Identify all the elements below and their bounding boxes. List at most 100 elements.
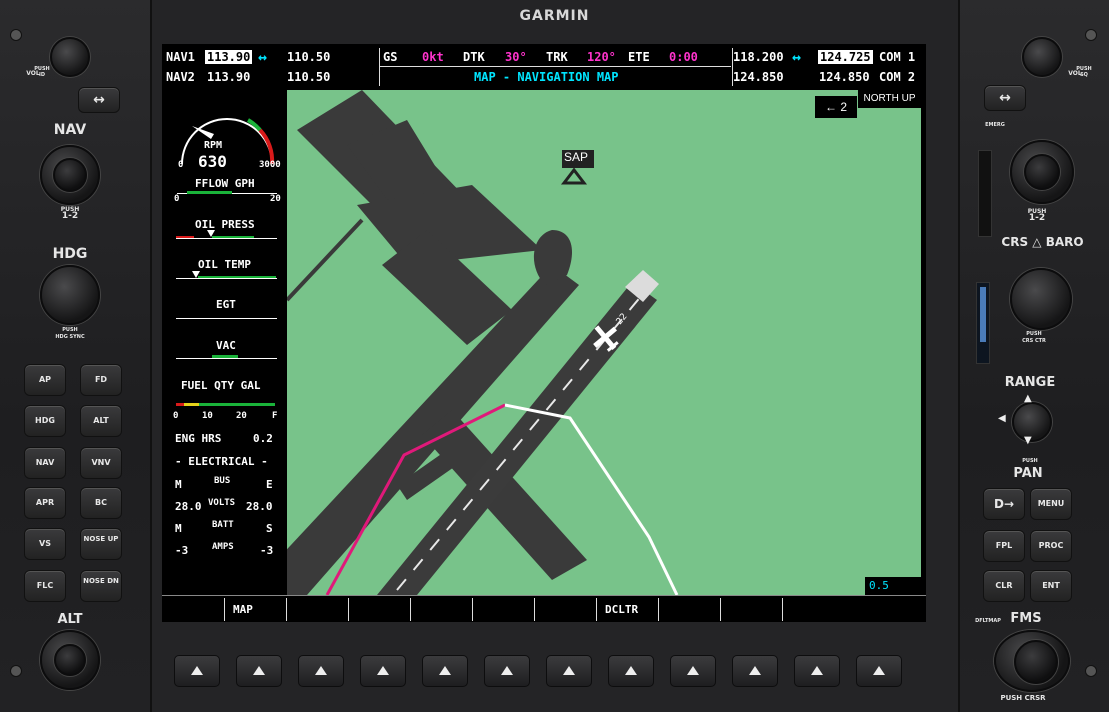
hdg-push-text: PUSH	[62, 327, 78, 333]
com1-active-freq[interactable]: 124.725	[818, 50, 873, 64]
softkey-button-8[interactable]	[608, 655, 654, 687]
hdg-button[interactable]: HDG	[24, 405, 66, 437]
vol-knob-right[interactable]	[1022, 37, 1062, 77]
nose-up-button[interactable]: NOSE UP	[80, 528, 122, 560]
menu-button[interactable]: MENU	[1030, 488, 1072, 520]
com-push-label: PUSH 1-2	[1022, 208, 1052, 223]
vac-label: VAC	[216, 339, 236, 352]
nav2-active-freq[interactable]: 113.90	[207, 70, 250, 84]
fpl-button[interactable]: FPL	[983, 530, 1025, 562]
com-swap-button[interactable]: ↔	[984, 85, 1026, 111]
amps-m-value: -3	[175, 544, 189, 557]
bc-button[interactable]: BC	[80, 487, 122, 519]
fuel-tick-0: 0	[173, 411, 179, 421]
crs-baro-icon: △	[1032, 235, 1042, 249]
electrical-header: - ELECTRICAL -	[175, 455, 268, 468]
pan-label: PAN	[1013, 466, 1043, 481]
com-knob-inner[interactable]	[1024, 154, 1060, 190]
softkey-button-9[interactable]	[670, 655, 716, 687]
crs-baro-label: CRS △ BARO	[990, 235, 1095, 249]
scale-text: 0.5	[869, 579, 889, 592]
softkey-button-11[interactable]	[794, 655, 840, 687]
oil-press-label: OIL PRESS	[195, 218, 255, 231]
ete-value: 0:00	[669, 50, 698, 64]
fuel-tick-f: F	[272, 411, 278, 421]
softkey-label-6	[472, 598, 534, 621]
dtk-value: 30°	[505, 50, 527, 64]
com-slider[interactable]	[978, 150, 992, 237]
softkey-button-2[interactable]	[236, 655, 282, 687]
bus-e-label: E	[266, 478, 273, 491]
softkey-button-5[interactable]	[422, 655, 468, 687]
softkey-button-12[interactable]	[856, 655, 902, 687]
softkey-button-7[interactable]	[546, 655, 592, 687]
com1-standby-freq[interactable]: 118.200	[733, 50, 784, 64]
hdg-push-text2: HDG SYNC	[55, 334, 85, 340]
vac-scale	[176, 358, 277, 359]
vol-push-left: PUSH ID	[34, 66, 50, 78]
ent-button[interactable]: ENT	[1030, 570, 1072, 602]
oil-press-scale	[176, 238, 277, 239]
fms-knob-inner[interactable]	[1014, 640, 1058, 684]
proc-button[interactable]: PROC	[1030, 530, 1072, 562]
vol-knob-left[interactable]	[50, 37, 90, 77]
amps-label: AMPS	[212, 542, 234, 552]
wind-indicator: ← 2	[815, 96, 857, 118]
fuel-yellow	[184, 403, 199, 406]
softkey-button-6[interactable]	[484, 655, 530, 687]
map-scale: 0.5	[865, 577, 921, 595]
flc-button[interactable]: FLC	[24, 570, 66, 602]
direct-to-button[interactable]: D→	[983, 488, 1025, 520]
apr-button[interactable]: APR	[24, 487, 66, 519]
volts-m-value: 28.0	[175, 500, 202, 513]
fd-button[interactable]: FD	[80, 364, 122, 396]
volts-e-value: 28.0	[246, 500, 273, 513]
softkey-button-10[interactable]	[732, 655, 778, 687]
nav1-swap-icon: ↔	[258, 48, 268, 66]
baro-slider[interactable]	[976, 282, 990, 364]
nose-dn-button[interactable]: NOSE DN	[80, 570, 122, 602]
fuel-green	[199, 403, 275, 406]
softkey-label-1	[162, 598, 223, 621]
batt-m-label: M	[175, 522, 182, 535]
softkey-label-3	[286, 598, 348, 621]
rpm-min: 0	[178, 160, 184, 170]
arrow-left-icon: ◀	[998, 413, 1006, 424]
nav1-active-freq[interactable]: 113.90	[205, 50, 253, 64]
softkey-label-2: MAP	[224, 598, 286, 621]
crs-baro-knob[interactable]	[1010, 268, 1072, 330]
status-divider	[380, 66, 731, 67]
ap-button[interactable]: AP	[24, 364, 66, 396]
vnv-button[interactable]: VNV	[80, 447, 122, 479]
softkey-button-4[interactable]	[360, 655, 406, 687]
screw-icon	[1085, 665, 1097, 677]
emerg-label: EMERG	[985, 122, 1005, 128]
screw-icon	[10, 29, 22, 41]
com2-active-freq[interactable]: 124.850	[819, 70, 870, 84]
fuel-tick-20: 20	[236, 411, 247, 421]
baro-text: BARO	[1045, 235, 1084, 249]
com2-standby-freq[interactable]: 124.850	[733, 70, 784, 84]
nav1-standby-freq[interactable]: 110.50	[287, 50, 330, 64]
nav-button[interactable]: NAV	[24, 447, 66, 479]
vs-button[interactable]: VS	[24, 528, 66, 560]
alt-knob-inner[interactable]	[54, 644, 86, 676]
alt-button[interactable]: ALT	[80, 405, 122, 437]
nav-knob-inner[interactable]	[53, 158, 87, 192]
nav-swap-button[interactable]: ↔	[78, 87, 120, 113]
nav-com-bar: NAV1 113.90 ↔ 110.50 NAV2 113.90 110.50 …	[162, 44, 926, 90]
clr-button[interactable]: CLR	[983, 570, 1025, 602]
softkey-label-bar: MAP DCLTR	[162, 595, 926, 622]
hdg-knob[interactable]	[40, 265, 100, 325]
rpm-value: 630	[198, 152, 227, 171]
softkey-label-10	[720, 598, 782, 621]
navigation-map[interactable]: 22 SAP ← 2 NORTH UP 0.5	[287, 90, 921, 595]
oil-temp-label: OIL TEMP	[198, 258, 251, 271]
softkey-button-1[interactable]	[174, 655, 220, 687]
ete-label: ETE	[628, 50, 650, 64]
softkey-button-3[interactable]	[298, 655, 344, 687]
com-push-text2: 1-2	[1028, 213, 1046, 223]
sap-waypoint-label[interactable]: SAP	[564, 150, 588, 164]
nav2-standby-freq[interactable]: 110.50	[287, 70, 330, 84]
nav2-label: NAV2	[166, 70, 195, 84]
